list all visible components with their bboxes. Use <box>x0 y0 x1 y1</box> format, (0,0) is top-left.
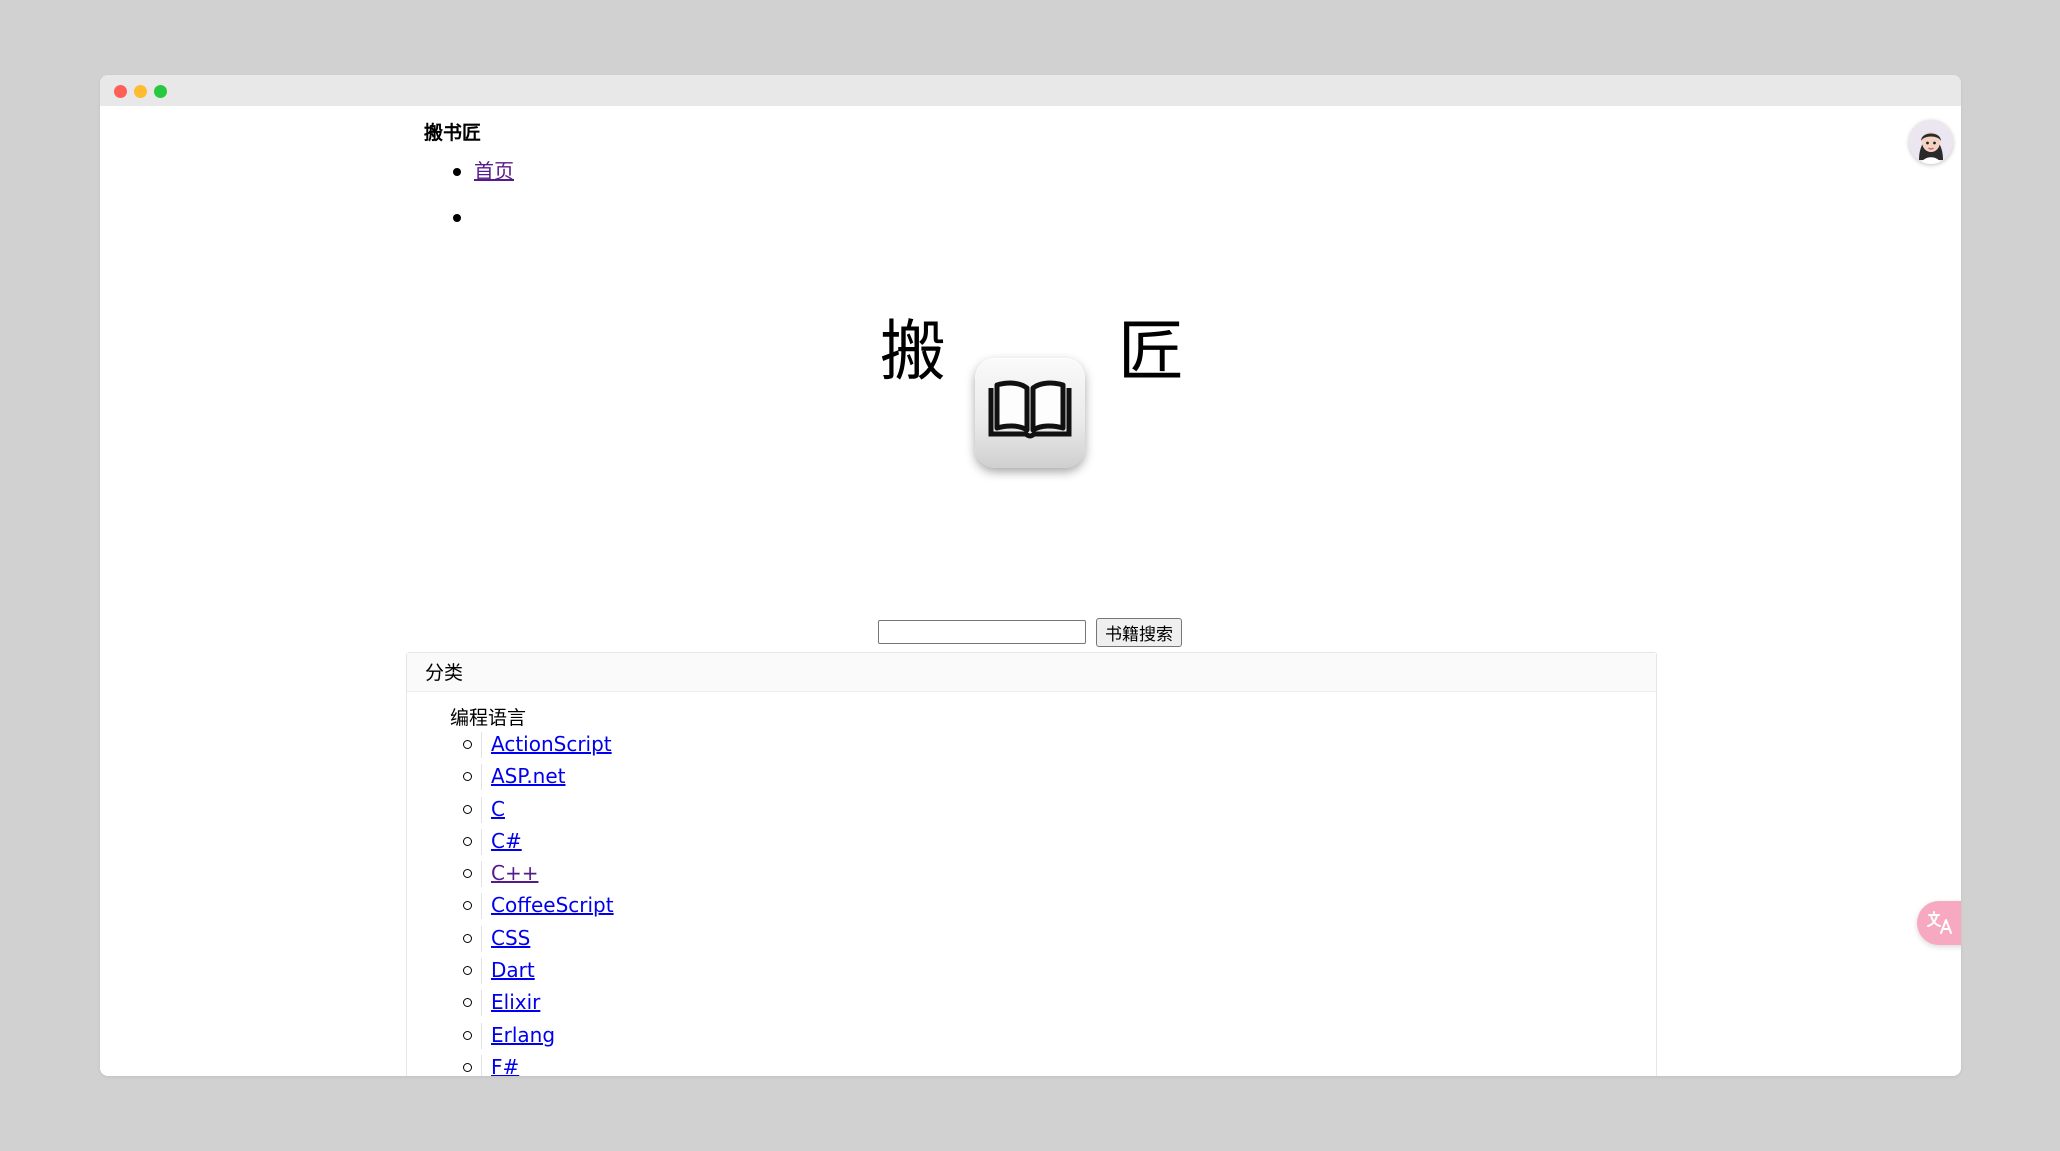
list-item: C# <box>463 825 614 857</box>
hero-char-right: 匠 <box>1118 313 1184 390</box>
open-book-icon <box>988 380 1072 439</box>
category-link-actionscript[interactable]: ActionScript <box>491 732 612 756</box>
book-logo-icon <box>975 358 1085 468</box>
category-group-title: 编程语言 <box>450 707 527 729</box>
window-titlebar <box>100 75 1961 106</box>
translate-button[interactable] <box>1917 901 1961 945</box>
category-link-cpp[interactable]: C++ <box>491 861 538 885</box>
maximize-window-button[interactable] <box>154 85 167 98</box>
list-item: C++ <box>463 857 614 889</box>
avatar-icon <box>1909 120 1953 164</box>
list-item: CSS <box>463 922 614 954</box>
list-item: F# <box>463 1051 614 1076</box>
category-link-aspnet[interactable]: ASP.net <box>491 764 566 788</box>
category-panel: 分类 编程语言 ActionScript ASP.net C C# C++ Co… <box>406 652 1657 1076</box>
site-title: 搬书匠 <box>424 122 482 144</box>
category-link-css[interactable]: CSS <box>491 926 530 950</box>
nav-link-home[interactable]: 首页 <box>474 159 514 183</box>
category-link-dart[interactable]: Dart <box>491 958 535 982</box>
category-link-erlang[interactable]: Erlang <box>491 1023 555 1047</box>
category-panel-heading: 分类 <box>407 653 1656 692</box>
category-link-elixir[interactable]: Elixir <box>491 990 540 1014</box>
category-link-fsharp[interactable]: F# <box>491 1055 519 1076</box>
close-window-button[interactable] <box>114 85 127 98</box>
user-avatar[interactable] <box>1909 120 1953 164</box>
list-item: ActionScript <box>463 728 614 760</box>
browser-window: 搬书匠 首页 搬 匠 书籍搜索 分类 编程语言 ActionScript ASP… <box>100 75 1961 1076</box>
list-item: CoffeeScript <box>463 889 614 921</box>
category-link-c[interactable]: C <box>491 797 505 821</box>
nav-item-empty <box>424 194 514 240</box>
language-list: ActionScript ASP.net C C# C++ CoffeeScri… <box>463 728 614 1076</box>
minimize-window-button[interactable] <box>134 85 147 98</box>
category-link-coffeescript[interactable]: CoffeeScript <box>491 893 614 917</box>
book-search-input[interactable] <box>878 620 1086 644</box>
list-item: Dart <box>463 954 614 986</box>
nav-item-home: 首页 <box>424 148 514 194</box>
list-item: Erlang <box>463 1019 614 1051</box>
list-item: ASP.net <box>463 760 614 792</box>
category-link-csharp[interactable]: C# <box>491 829 522 853</box>
hero-char-left: 搬 <box>880 313 946 390</box>
list-item: C <box>463 793 614 825</box>
list-item: Elixir <box>463 986 614 1018</box>
book-search-button[interactable]: 书籍搜索 <box>1096 618 1182 647</box>
page-content: 搬书匠 首页 搬 匠 书籍搜索 分类 编程语言 ActionScript ASP… <box>100 106 1961 1076</box>
translate-icon <box>1927 911 1952 934</box>
top-nav: 首页 <box>424 148 514 240</box>
